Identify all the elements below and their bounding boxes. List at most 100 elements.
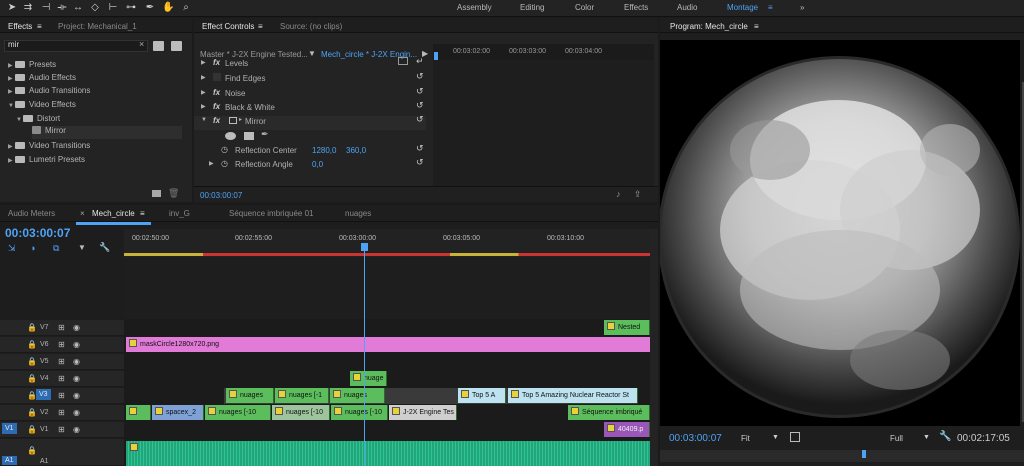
workspace-effects[interactable]: Effects bbox=[624, 3, 648, 12]
lock-icon[interactable]: 🔒 bbox=[27, 340, 37, 349]
slip-icon[interactable]: ⊢ bbox=[107, 2, 119, 14]
reflection-center-x[interactable]: 1280,0 bbox=[312, 146, 336, 155]
clear-search-icon[interactable]: × bbox=[139, 39, 144, 49]
new-bin-icon[interactable] bbox=[152, 190, 161, 197]
tree-item-presets[interactable]: ▶ Presets bbox=[8, 60, 56, 73]
tab-nuages[interactable]: nuages bbox=[345, 209, 371, 218]
program-time-ruler[interactable] bbox=[660, 450, 1024, 462]
eye-icon[interactable]: ◉ bbox=[73, 425, 80, 434]
fit-dropdown-arrow-icon[interactable]: ▼ bbox=[772, 434, 779, 441]
ec-playhead-marker[interactable] bbox=[434, 52, 438, 60]
rolling-edit-icon[interactable]: ⟛ bbox=[56, 2, 68, 14]
rate-stretch-icon[interactable]: ↔ bbox=[72, 2, 84, 14]
fx-row-black-white[interactable]: ▶ fx Black & White ↺ bbox=[194, 100, 426, 116]
timeline-playhead[interactable] bbox=[364, 245, 365, 466]
lock-icon[interactable]: 🔒 bbox=[27, 323, 37, 332]
lock-icon[interactable]: 🔒 bbox=[27, 446, 37, 455]
track-select-icon[interactable]: ⇉ bbox=[22, 2, 34, 14]
track-v2[interactable]: 🔒 V2 ⊞ ◉ bbox=[0, 405, 124, 421]
tab-effects-menu-icon[interactable]: ≡ bbox=[37, 22, 42, 31]
tab-source[interactable]: Source: (no clips) bbox=[280, 22, 342, 31]
clip-v2-c[interactable]: nuages [-10 bbox=[272, 405, 330, 420]
sync-lock-icon[interactable]: ⊞ bbox=[58, 374, 65, 383]
lock-icon[interactable]: 🔒 bbox=[27, 357, 37, 366]
reset-icon[interactable]: ↺ bbox=[416, 100, 424, 111]
eye-icon[interactable]: ◉ bbox=[73, 323, 80, 332]
sync-lock-icon[interactable]: ⊞ bbox=[58, 357, 65, 366]
close-tab-icon[interactable]: × bbox=[80, 209, 85, 218]
reset-icon[interactable]: ↺ bbox=[416, 157, 424, 168]
lock-icon[interactable]: 🔒 bbox=[27, 408, 37, 417]
master-dropdown-icon[interactable]: ▼ bbox=[308, 49, 316, 58]
program-video-frame[interactable] bbox=[658, 40, 1020, 438]
reset-icon[interactable]: ↺ bbox=[416, 86, 424, 97]
source-patch-v1[interactable]: V1 bbox=[2, 423, 17, 434]
export-icon[interactable]: ⇪ bbox=[634, 189, 642, 200]
ec-timecode[interactable]: 00:03:00:07 bbox=[200, 191, 242, 200]
32bit-effects-icon[interactable] bbox=[171, 41, 182, 51]
program-playhead[interactable] bbox=[862, 450, 866, 458]
add-marker-icon[interactable]: ▼ bbox=[78, 243, 86, 252]
razor-icon[interactable]: ◇ bbox=[89, 2, 101, 14]
clip-v2-start[interactable] bbox=[126, 405, 151, 420]
tab-mech-circle[interactable]: Mech_circle bbox=[92, 209, 135, 218]
effects-search-field[interactable]: mir × bbox=[4, 39, 148, 52]
tab-audio-meters[interactable]: Audio Meters bbox=[8, 209, 55, 218]
eye-icon[interactable]: ◉ bbox=[73, 357, 80, 366]
sync-lock-icon[interactable]: ⊞ bbox=[58, 425, 65, 434]
program-menu-icon[interactable]: ≡ bbox=[754, 22, 759, 31]
tree-item-audio-effects[interactable]: ▶ Audio Effects bbox=[8, 73, 76, 86]
source-patch-a1[interactable]: A1 bbox=[2, 456, 17, 465]
sync-lock-icon[interactable]: ⊞ bbox=[58, 408, 65, 417]
tab-sequence-nested[interactable]: Séquence imbriquée 01 bbox=[229, 209, 314, 218]
fx-row-find-edges[interactable]: ▶ Find Edges ↺ bbox=[194, 71, 426, 87]
track-v4[interactable]: 🔒 V4 ⊞ ◉ bbox=[0, 371, 124, 387]
timeline-timecode[interactable]: 00:03:00:07 bbox=[5, 226, 70, 240]
workspace-color[interactable]: Color bbox=[575, 3, 594, 12]
quality-dropdown-arrow-icon[interactable]: ▼ bbox=[923, 434, 930, 441]
track-v5[interactable]: 🔒 V5 ⊞ ◉ bbox=[0, 354, 124, 370]
clip-v3-b[interactable]: nuages [-1 bbox=[275, 388, 329, 403]
stopwatch-icon[interactable]: ◷ bbox=[221, 159, 228, 168]
more-workspaces-icon[interactable]: » bbox=[800, 3, 804, 12]
tree-item-video-transitions[interactable]: ▶ Video Transitions bbox=[8, 141, 90, 154]
eye-icon[interactable]: ◉ bbox=[73, 408, 80, 417]
workspace-editing[interactable]: Editing bbox=[520, 3, 544, 12]
audio-clip-a1[interactable] bbox=[126, 441, 650, 466]
clip-v2-e[interactable]: J-2X Engine Tes bbox=[389, 405, 457, 420]
reflection-center-y[interactable]: 360,0 bbox=[346, 146, 366, 155]
tab-effects[interactable]: Effects bbox=[8, 22, 32, 31]
tab-effect-controls[interactable]: Effect Controls bbox=[202, 22, 254, 31]
ec-keyframe-area[interactable] bbox=[433, 52, 654, 186]
clip-nuage-v4[interactable]: nuage bbox=[350, 371, 387, 386]
workspace-audio[interactable]: Audio bbox=[677, 3, 697, 12]
track-v6[interactable]: 🔒 V6 ⊞ ◉ bbox=[0, 337, 124, 353]
effect-controls-menu-icon[interactable]: ≡ bbox=[258, 22, 263, 31]
clip-v3-d[interactable]: Top 5 A bbox=[458, 388, 506, 403]
track-v3[interactable]: 🔒 V3 ⊞ ◉ bbox=[0, 388, 124, 404]
settings-wrench-icon[interactable]: 🔧 bbox=[939, 431, 951, 442]
delete-icon[interactable]: 🗑 bbox=[168, 188, 179, 199]
play-audio-icon[interactable]: ♪ bbox=[616, 189, 621, 199]
linked-selection-icon[interactable]: ⧉ bbox=[53, 243, 59, 254]
fit-dropdown[interactable]: Fit bbox=[741, 434, 750, 443]
tree-item-lumetri-presets[interactable]: ▶ Lumetri Presets bbox=[8, 155, 85, 168]
lock-icon[interactable]: 🔒 bbox=[27, 374, 37, 383]
clip-v3-e[interactable]: Top 5 Amazing Nuclear Reactor St bbox=[508, 388, 638, 403]
accelerated-effects-icon[interactable] bbox=[153, 41, 164, 51]
fx-row-noise[interactable]: ▶ fx Noise ↺ bbox=[194, 86, 426, 102]
timeline-menu-icon[interactable]: ≡ bbox=[140, 209, 145, 218]
reset-icon[interactable]: ↺ bbox=[416, 71, 424, 82]
clip-v1-a[interactable]: 40409.p bbox=[604, 422, 650, 437]
slide-icon[interactable]: ⊶ bbox=[125, 2, 137, 14]
selection-tool-icon[interactable]: ➤ bbox=[6, 2, 18, 14]
program-timecode[interactable]: 00:03:00:07 bbox=[669, 433, 722, 444]
zoom-icon[interactable]: ⌕ bbox=[180, 2, 192, 14]
playhead-handle[interactable] bbox=[361, 243, 368, 251]
clip-v3-c[interactable]: nuages bbox=[330, 388, 385, 403]
track-v1[interactable]: V1 🔒 V1 ⊞ ◉ bbox=[0, 422, 124, 438]
tree-item-audio-transitions[interactable]: ▶ Audio Transitions bbox=[8, 86, 90, 99]
workspace-montage[interactable]: Montage bbox=[727, 3, 758, 12]
clip-v2-d[interactable]: nuages [-10 bbox=[331, 405, 388, 420]
stopwatch-icon[interactable]: ◷ bbox=[221, 145, 228, 154]
